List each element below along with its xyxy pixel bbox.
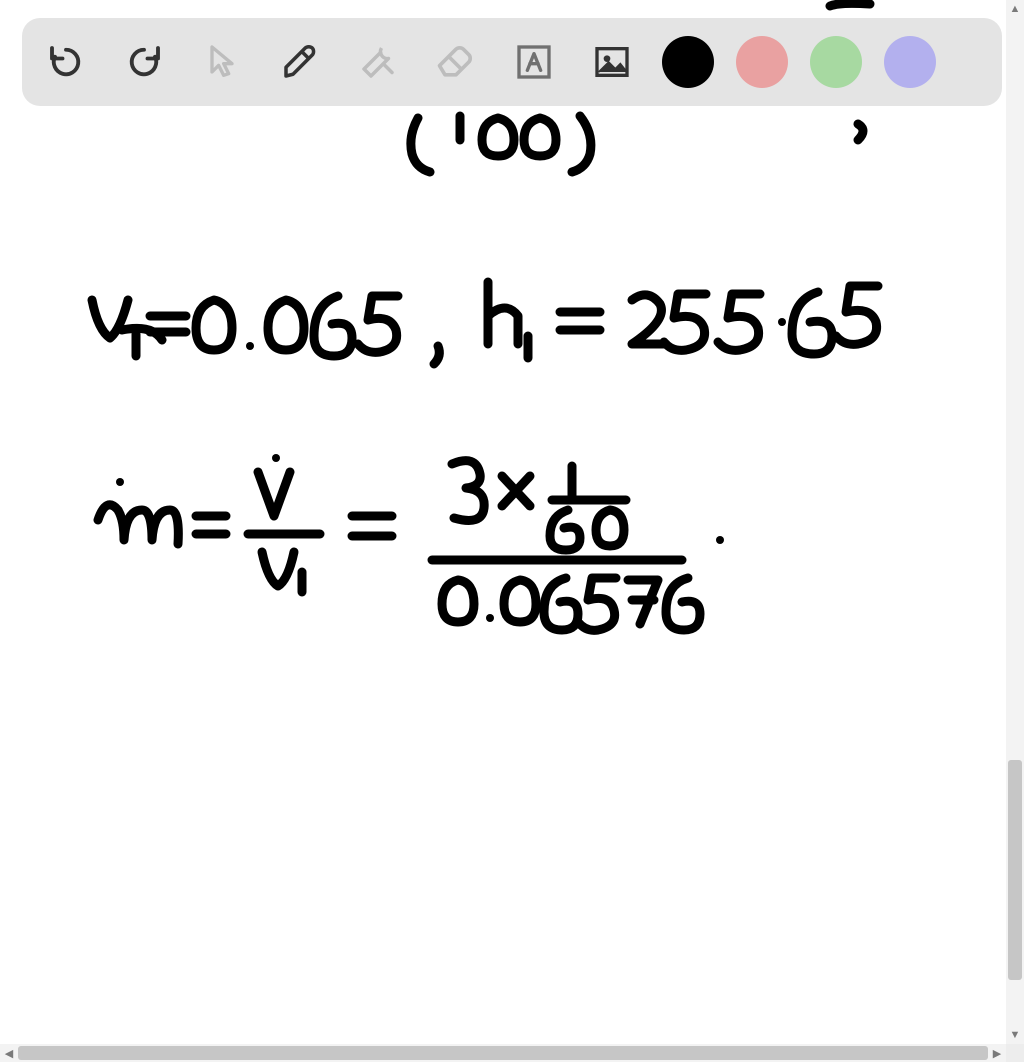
color-swatch-black[interactable] <box>662 36 714 88</box>
scroll-up-arrow[interactable]: ▲ <box>1006 0 1024 18</box>
scroll-left-arrow[interactable]: ◀ <box>0 1044 18 1062</box>
vertical-scroll-thumb[interactable] <box>1008 760 1022 980</box>
eraser-button[interactable] <box>428 34 484 90</box>
redo-button[interactable] <box>116 34 172 90</box>
color-swatch-purple[interactable] <box>884 36 936 88</box>
pen-button[interactable] <box>272 34 328 90</box>
handwriting-line-0: (100) <box>420 120 422 121</box>
handwriting-line-1: v₁=0.065 , h₁ = 255·65 <box>90 300 100 301</box>
image-button[interactable] <box>584 34 640 90</box>
undo-button[interactable] <box>38 34 94 90</box>
image-icon <box>592 42 632 82</box>
toolbar <box>22 18 1002 106</box>
redo-icon <box>123 41 165 83</box>
handwriting-line-2: ṁ = V̇ / v₁ = (3 × 1/60) / 0.06576 <box>90 510 104 511</box>
color-swatch-green[interactable] <box>810 36 862 88</box>
pen-icon <box>279 41 321 83</box>
text-button[interactable] <box>506 34 562 90</box>
horizontal-scroll-thumb[interactable] <box>18 1046 988 1060</box>
whiteboard-app: ▲ ▼ ◀ ▶ <box>0 0 1024 1062</box>
drawing-canvas[interactable] <box>0 0 1006 1044</box>
scrollbar-corner <box>1006 1044 1024 1062</box>
scroll-right-arrow[interactable]: ▶ <box>988 1044 1006 1062</box>
color-swatch-pink[interactable] <box>736 36 788 88</box>
pointer-icon <box>202 42 242 82</box>
text-icon <box>514 42 554 82</box>
eraser-icon <box>434 40 478 84</box>
tools-icon <box>357 41 399 83</box>
horizontal-scrollbar[interactable]: ◀ ▶ <box>0 1044 1006 1062</box>
vertical-scrollbar[interactable]: ▲ ▼ <box>1006 0 1024 1044</box>
tools-button[interactable] <box>350 34 406 90</box>
scroll-down-arrow[interactable]: ▼ <box>1006 1026 1024 1044</box>
undo-icon <box>45 41 87 83</box>
pointer-button[interactable] <box>194 34 250 90</box>
